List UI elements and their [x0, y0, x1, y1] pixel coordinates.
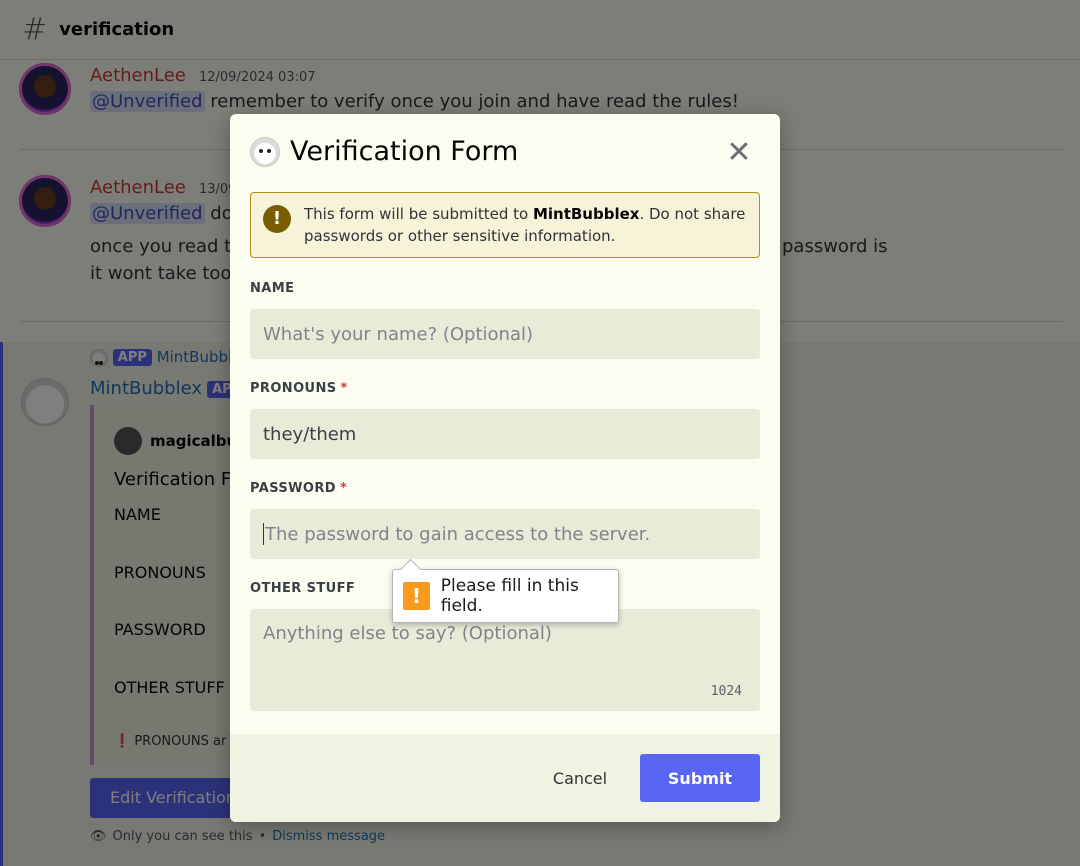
modal-title: Verification Form	[290, 136, 519, 167]
text-caret	[263, 523, 264, 545]
warning-banner: ! This form will be submitted to MintBub…	[250, 192, 760, 258]
password-placeholder: The password to gain access to the serve…	[265, 523, 651, 545]
other-stuff-textarea[interactable]: Anything else to say? (Optional) 1024	[250, 609, 760, 711]
modal-footer: Cancel Submit	[230, 734, 780, 822]
modal-header: Verification Form	[250, 136, 518, 167]
pronouns-label: PRONOUNS *	[250, 381, 348, 396]
required-mark: *	[339, 481, 348, 496]
char-counter: 1024	[710, 684, 742, 699]
tooltip-text: Please fill in this field.	[440, 576, 579, 616]
submit-button[interactable]: Submit	[640, 754, 760, 802]
close-icon[interactable]: ✕	[724, 138, 754, 168]
other-stuff-placeholder: Anything else to say? (Optional)	[263, 623, 552, 644]
name-label: NAME	[250, 281, 295, 296]
validation-tooltip: ! Please fill in this field.	[392, 569, 619, 623]
cancel-button[interactable]: Cancel	[535, 758, 625, 798]
name-input[interactable]: What's your name? (Optional)	[250, 309, 760, 359]
verification-modal: Verification Form ✕ ! This form will be …	[230, 114, 780, 822]
warning-icon: !	[403, 582, 430, 610]
password-input[interactable]: The password to gain access to the serve…	[250, 509, 760, 559]
bot-name: MintBubblex	[532, 205, 640, 223]
other-stuff-label: OTHER STUFF	[250, 581, 356, 596]
warning-text: This form will be submitted to MintBubbl…	[304, 205, 746, 245]
required-mark: *	[340, 381, 348, 396]
password-label: PASSWORD *	[250, 481, 348, 496]
bot-avatar-icon	[250, 136, 280, 167]
warning-icon: !	[263, 205, 291, 233]
pronouns-input[interactable]: they/them	[250, 409, 760, 459]
